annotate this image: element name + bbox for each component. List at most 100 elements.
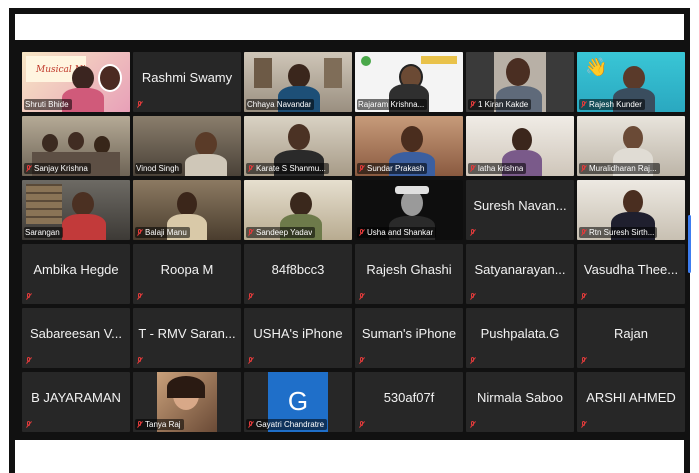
participant-name-tag: Rajaram Krishna... [357,99,428,110]
participant-name: USHA's iPhone [253,326,343,341]
muted-mic-icon [469,164,476,173]
participant-name-tag: Sanjay Krishna [24,163,91,174]
gallery-scrollbar[interactable] [688,215,691,273]
participant-tile[interactable]: Sundar Prakash [355,116,463,176]
muted-mic-icon [358,164,365,173]
participant-tile[interactable]: Sarangan [22,180,130,240]
muted-mic-icon [469,357,476,365]
participant-tile[interactable]: Vasudha Thee... [577,244,685,304]
participant-tile[interactable]: G Gayatri Chandratre [244,372,352,432]
muted-mic-icon [469,421,476,429]
participant-name-tag: Sandeep Yadav [246,227,316,238]
muted-mic-icon [247,420,254,429]
muted-mic-icon [580,228,587,237]
participant-tile[interactable]: USHA's iPhone [244,308,352,368]
participant-tile[interactable]: B JAYARAMAN [22,372,130,432]
participant-name-tag: Rtn Suresh Sirth... [579,227,658,238]
participant-name: Rajan [614,326,648,341]
participant-name-tag: Gayatri Chandratre [246,419,328,430]
participant-name: Rashmi Swamy [141,70,233,85]
muted-mic-icon [25,357,32,365]
participant-tile[interactable]: Karate S Shanmu... [244,116,352,176]
muted-mic-icon [136,101,143,109]
participant-name-tag: Shruti Bhide [24,99,72,110]
participant-tile[interactable]: Sanjay Krishna [22,116,130,176]
participant-tile[interactable]: T - RMV Saran... [133,308,241,368]
participant-name: Roopa M [160,262,214,277]
participant-name-tag: Chhaya Navandar [246,99,315,110]
participant-tile[interactable]: 1 Kiran Kakde [466,52,574,112]
participant-tile[interactable]: Musical Ni Shruti Bhide [22,52,130,112]
muted-mic-icon [247,357,254,365]
participant-name-tag: Usha and Shankar [357,227,437,238]
muted-mic-icon [136,293,143,301]
muted-mic-icon [136,420,143,429]
participant-name: Pushpalata.G [480,326,560,341]
participant-name: 84f8bcc3 [271,262,325,277]
muted-mic-icon [469,229,476,237]
participant-tile[interactable]: Tanya Raj [133,372,241,432]
participant-tile[interactable]: Vinod Singh [133,116,241,176]
participant-name-tag: Tanya Raj [135,419,184,430]
top-toolbar [15,14,684,40]
participant-tile[interactable]: Pushpalata.G [466,308,574,368]
muted-mic-icon [136,228,143,237]
participant-tile[interactable]: ARSHI AHMED [577,372,685,432]
participant-tile[interactable]: 84f8bcc3 [244,244,352,304]
muted-mic-icon [580,164,587,173]
participant-tile[interactable]: Nirmala Saboo [466,372,574,432]
participant-tile[interactable]: Suman's iPhone [355,308,463,368]
participant-name: Suresh Navan... [473,198,567,213]
participant-name-tag: latha krishna [468,163,527,174]
waving-hand-icon: 👋 [585,57,608,77]
participant-tile[interactable]: Rajesh Ghashi [355,244,463,304]
muted-mic-icon [358,228,365,237]
participant-tile[interactable]: Chhaya Navandar [244,52,352,112]
participant-name: Nirmala Saboo [477,390,563,405]
participant-name-tag: Karate S Shanmu... [246,163,329,174]
participant-tile[interactable]: Sandeep Yadav [244,180,352,240]
participant-name: Sabareesan V... [29,326,123,341]
muted-mic-icon [469,100,476,109]
participant-gallery: Musical Ni Shruti Bhide Rashmi Swamy Chh… [22,52,688,436]
participant-tile[interactable]: Sabareesan V... [22,308,130,368]
participant-tile[interactable]: Usha and Shankar [355,180,463,240]
participant-name: Ambika Hegde [33,262,119,277]
participant-name-tag: Muralidharan Raj... [579,163,660,174]
participant-name-tag: Vinod Singh [135,163,182,174]
participant-name-tag: Balaji Manu [135,227,190,238]
participant-tile[interactable]: Ambika Hegde [22,244,130,304]
participant-tile[interactable]: 👋 Rajesh Kunder [577,52,685,112]
participant-name: B JAYARAMAN [31,390,121,405]
muted-mic-icon [358,421,365,429]
participant-name-tag: 1 Kiran Kakde [468,99,532,110]
participant-tile[interactable]: Rajaram Krishna... [355,52,463,112]
participant-tile[interactable]: Roopa M [133,244,241,304]
participant-tile[interactable]: Muralidharan Raj... [577,116,685,176]
muted-mic-icon [25,421,32,429]
muted-mic-icon [580,293,587,301]
muted-mic-icon [247,228,254,237]
participant-tile[interactable]: 530af07f [355,372,463,432]
participant-name: Satyanarayan... [474,262,566,277]
bottom-toolbar [15,440,684,473]
participant-name-tag: Rajesh Kunder [579,99,645,110]
participant-name-tag: Sarangan [24,227,63,238]
participant-name: T - RMV Saran... [138,326,236,341]
muted-mic-icon [136,357,143,365]
participant-tile[interactable]: Suresh Navan... [466,180,574,240]
participant-name: Vasudha Thee... [583,262,679,277]
participant-tile[interactable]: Rajan [577,308,685,368]
participant-tile[interactable]: Balaji Manu [133,180,241,240]
participant-name: 530af07f [383,390,435,405]
muted-mic-icon [580,357,587,365]
muted-mic-icon [580,421,587,429]
participant-tile[interactable]: Rtn Suresh Sirth... [577,180,685,240]
participant-tile[interactable]: latha krishna [466,116,574,176]
muted-mic-icon [25,164,32,173]
participant-tile[interactable]: Satyanarayan... [466,244,574,304]
participant-tile[interactable]: Rashmi Swamy [133,52,241,112]
muted-mic-icon [358,293,365,301]
muted-mic-icon [358,357,365,365]
muted-mic-icon [247,293,254,301]
